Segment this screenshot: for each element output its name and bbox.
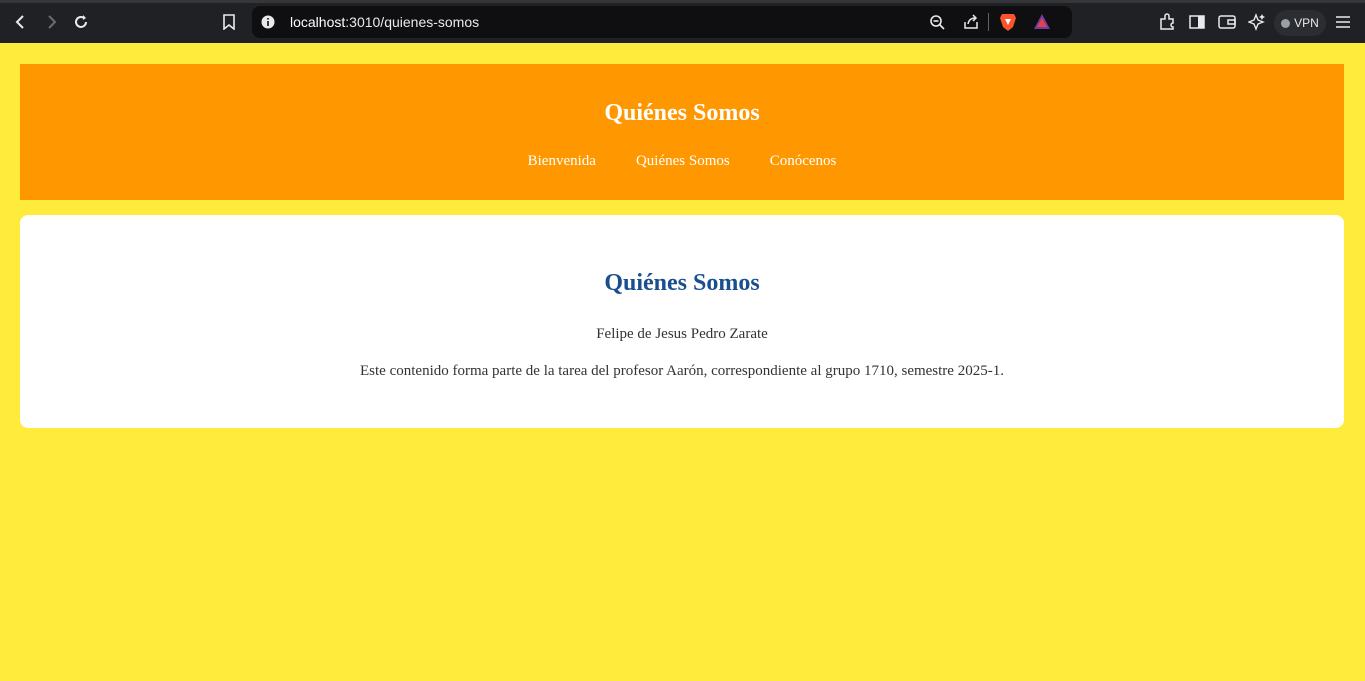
- brave-shields-icon[interactable]: [999, 12, 1017, 32]
- content-card: Quiénes Somos Felipe de Jesus Pedro Zara…: [20, 215, 1344, 428]
- content-heading: Quiénes Somos: [604, 270, 760, 296]
- url-host: localhost: [290, 14, 346, 30]
- brave-rewards-icon[interactable]: [1033, 13, 1051, 31]
- nav-link-bienvenida[interactable]: Bienvenida: [528, 153, 596, 170]
- vpn-label: VPN: [1294, 16, 1319, 30]
- site-header: Quiénes Somos Bienvenida Quiénes Somos C…: [20, 64, 1344, 200]
- author-name: Felipe de Jesus Pedro Zarate: [596, 326, 768, 342]
- share-icon[interactable]: [963, 14, 979, 30]
- leo-ai-icon[interactable]: [1243, 8, 1271, 36]
- site-info-icon[interactable]: [261, 15, 275, 29]
- menu-icon[interactable]: [1329, 8, 1357, 36]
- url-text: localhost:3010/quienes-somos: [290, 14, 479, 30]
- extensions-icon[interactable]: [1153, 8, 1181, 36]
- url-path: :3010/quienes-somos: [345, 14, 480, 30]
- back-icon[interactable]: [7, 8, 35, 36]
- browser-toolbar: localhost:3010/quienes-somos VPN: [0, 0, 1365, 43]
- vpn-status-icon: [1281, 18, 1291, 28]
- forward-icon[interactable]: [37, 8, 65, 36]
- address-bar[interactable]: localhost:3010/quienes-somos: [252, 6, 1072, 38]
- sidebar-icon[interactable]: [1183, 8, 1211, 36]
- nav-link-conocenos[interactable]: Conócenos: [770, 153, 837, 170]
- toolbar-divider: [988, 13, 989, 31]
- zoom-icon[interactable]: [929, 14, 945, 30]
- wallet-icon[interactable]: [1213, 8, 1241, 36]
- reload-icon[interactable]: [67, 8, 95, 36]
- nav-link-quienes-somos[interactable]: Quiénes Somos: [636, 153, 730, 170]
- vpn-button[interactable]: VPN: [1274, 10, 1326, 36]
- content-description: Este contenido forma parte de la tarea d…: [360, 363, 1004, 379]
- bookmark-icon[interactable]: [215, 8, 243, 36]
- main-nav: Bienvenida Quiénes Somos Conócenos: [20, 153, 1344, 170]
- site-title: Quiénes Somos: [604, 100, 760, 126]
